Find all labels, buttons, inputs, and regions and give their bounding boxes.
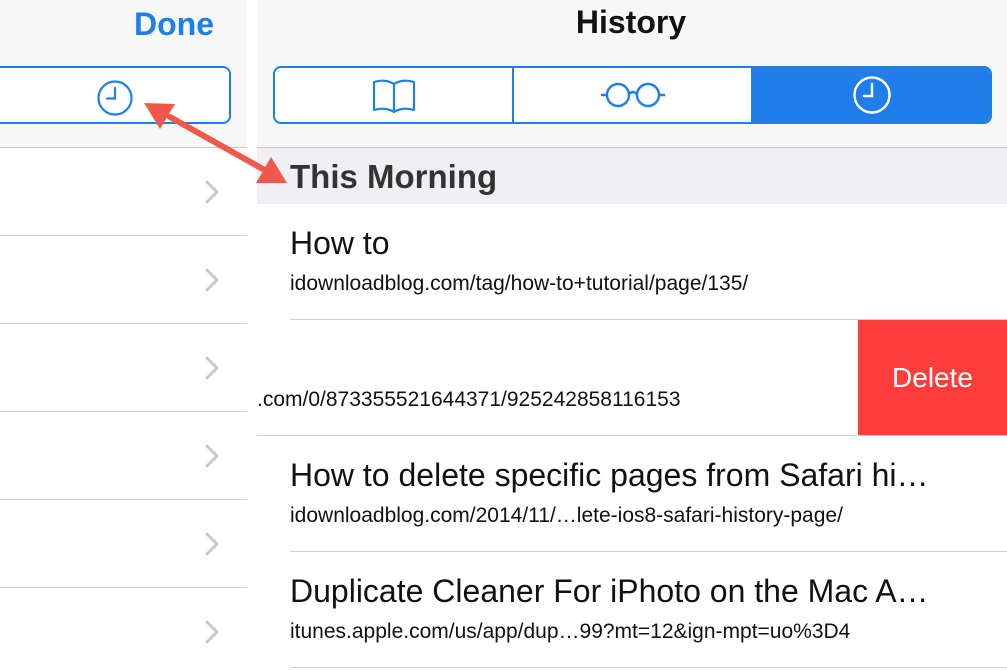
left-list-row[interactable] [0, 588, 247, 671]
tab-reading-list[interactable] [512, 68, 751, 122]
history-panel: History This Morning How to idownloadblo… [257, 0, 1007, 671]
history-row-url: idownloadblog.com/tag/how-to+tutorial/pa… [290, 272, 749, 295]
left-segmented-control [0, 66, 231, 124]
chevron-right-icon [205, 268, 219, 292]
section-title: This Morning [290, 158, 498, 195]
left-header: Done [0, 0, 247, 148]
left-list-row[interactable] [0, 500, 247, 588]
segmented-control [273, 66, 992, 124]
history-row[interactable]: How to idownloadblog.com/tag/how-to+tuto… [257, 204, 1007, 320]
history-row-title: Duplicate Cleaner For iPhoto on the Mac … [290, 573, 929, 609]
glasses-icon [600, 82, 665, 108]
history-row-title: How to delete specific pages from Safari… [290, 457, 929, 493]
clock-icon [852, 76, 891, 114]
chevron-right-icon [205, 444, 219, 468]
clock-icon[interactable] [96, 79, 134, 122]
left-list-row[interactable] [0, 148, 247, 236]
history-row-url: idownloadblog.com/2014/11/…lete-ios8-saf… [290, 504, 843, 527]
history-row[interactable]: How to delete specific pages from Safari… [257, 436, 1007, 552]
left-list-row[interactable] [0, 412, 247, 500]
chevron-right-icon [205, 180, 219, 204]
tab-bookmarks[interactable] [275, 68, 512, 122]
history-row-title: How to [290, 225, 390, 261]
delete-button[interactable]: Delete [858, 320, 1007, 435]
history-row-url: itunes.apple.com/us/app/dup…99?mt=12&ign… [290, 620, 851, 643]
history-header: History [257, 0, 1007, 148]
left-panel: Done [0, 0, 247, 671]
section-header: This Morning [257, 148, 1007, 204]
chevron-right-icon [205, 356, 219, 380]
book-icon [372, 79, 415, 114]
history-row-url: .com/0/873355521644371/925242858116153 [257, 388, 681, 411]
left-list-row[interactable] [0, 236, 247, 324]
tab-history[interactable] [751, 68, 990, 122]
chevron-right-icon [205, 620, 219, 644]
chevron-right-icon [205, 532, 219, 556]
history-row[interactable]: Duplicate Cleaner For iPhoto on the Mac … [257, 552, 1007, 671]
left-list-row[interactable] [0, 324, 247, 412]
page-title: History [575, 4, 687, 40]
done-button[interactable]: Done [134, 6, 214, 43]
